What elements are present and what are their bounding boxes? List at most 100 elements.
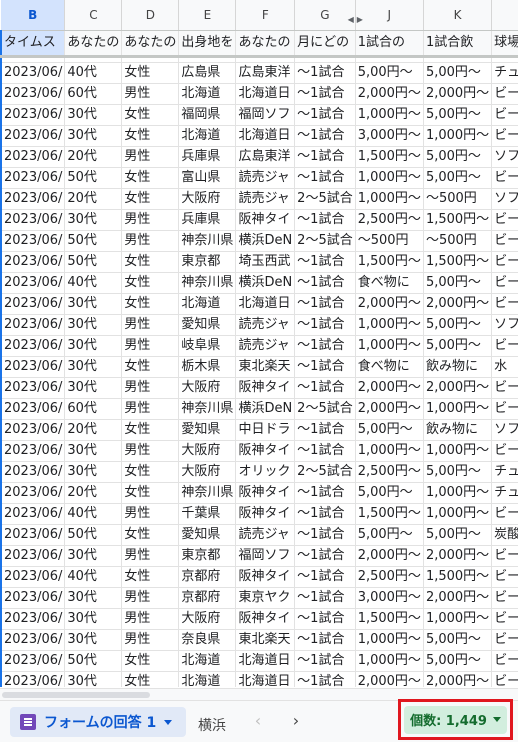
table-cell[interactable]: 50代 — [64, 167, 123, 189]
table-cell[interactable]: 阪神タイ — [235, 440, 296, 462]
header-cell[interactable]: 月にどの — [294, 30, 356, 56]
table-cell[interactable]: 2023/06/ — [0, 545, 66, 567]
table-cell[interactable]: 2023/06/ — [0, 272, 66, 294]
table-cell[interactable]: 北海道日 — [235, 650, 296, 672]
column-header-d[interactable]: D — [121, 0, 180, 31]
header-cell[interactable]: 1試合の — [355, 30, 424, 56]
table-cell[interactable]: 大阪府 — [178, 188, 237, 210]
table-cell[interactable]: 2023/06/ — [0, 251, 66, 273]
table-cell[interactable]: 阪神タイ — [235, 566, 296, 588]
table-cell[interactable]: 飲み物に — [423, 356, 493, 378]
table-cell[interactable]: 読売ジャ — [235, 524, 296, 546]
table-cell[interactable]: 5,00円～ — [423, 167, 493, 189]
table-cell[interactable]: 2023/06/ — [0, 335, 66, 357]
table-cell[interactable]: 阪神タイ — [235, 608, 296, 630]
chevron-left-icon[interactable]: ‹ — [248, 711, 268, 730]
table-cell[interactable]: 女性 — [121, 104, 180, 126]
table-cell[interactable]: 2023/06/ — [0, 398, 66, 420]
table-cell[interactable]: ～1試合 — [294, 293, 356, 315]
table-cell[interactable]: 2023/06/ — [0, 671, 66, 687]
table-cell[interactable]: 1,500円～ — [423, 566, 493, 588]
table-cell[interactable]: 広島東洋 — [235, 62, 296, 84]
table-cell[interactable]: ～1試合 — [294, 335, 356, 357]
table-cell[interactable]: オリック — [235, 461, 296, 483]
table-cell[interactable]: 2023/06/ — [0, 608, 66, 630]
table-cell[interactable]: 福岡ソフ — [235, 545, 296, 567]
table-cell[interactable]: 30代 — [64, 545, 123, 567]
table-cell[interactable]: 20代 — [64, 146, 123, 168]
table-cell[interactable]: 60代 — [64, 83, 123, 105]
table-cell[interactable]: ビール, お — [491, 125, 518, 147]
table-cell[interactable]: 2,500円～ — [355, 566, 424, 588]
table-cell[interactable]: チューハ — [491, 461, 518, 483]
table-cell[interactable]: 1,000円～ — [355, 335, 424, 357]
table-cell[interactable]: ビール — [491, 272, 518, 294]
spreadsheet-grid[interactable]: BCDEFG◀J▶KL タイムスあなたのあなたの出身地をあなたの月にどの1試合の… — [0, 0, 518, 687]
table-cell[interactable]: 20代 — [64, 482, 123, 504]
table-cell[interactable]: 食べ物に — [355, 356, 424, 378]
table-cell[interactable]: 男性 — [121, 230, 180, 252]
table-cell[interactable]: 男性 — [121, 83, 180, 105]
table-cell[interactable]: ～500円 — [423, 188, 493, 210]
column-header-f[interactable]: F — [235, 0, 296, 31]
table-cell[interactable]: 男性 — [121, 314, 180, 336]
table-cell[interactable]: 男性 — [121, 503, 180, 525]
table-cell[interactable]: 2,000円～ — [423, 293, 493, 315]
table-cell[interactable]: 30代 — [64, 335, 123, 357]
table-cell[interactable]: 北海道 — [178, 125, 237, 147]
table-cell[interactable]: 女性 — [121, 419, 180, 441]
table-cell[interactable]: 京都府 — [178, 587, 237, 609]
chevron-right-icon[interactable]: › — [286, 711, 306, 730]
table-cell[interactable]: 北海道 — [178, 671, 237, 687]
table-cell[interactable]: 50代 — [64, 524, 123, 546]
table-cell[interactable]: 神奈川県 — [178, 482, 237, 504]
table-cell[interactable]: 2023/06/ — [0, 167, 66, 189]
table-cell[interactable]: 2,000円～ — [423, 587, 493, 609]
table-cell[interactable]: 女性 — [121, 356, 180, 378]
table-cell[interactable]: ～1試合 — [294, 671, 356, 687]
table-cell[interactable]: 東京ヤク — [235, 587, 296, 609]
table-cell[interactable]: 男性 — [121, 608, 180, 630]
table-cell[interactable]: 1,000円～ — [355, 650, 424, 672]
table-cell[interactable]: ソフトド — [491, 188, 518, 210]
hidden-columns-right-icon[interactable]: ▶ — [357, 10, 363, 30]
table-cell[interactable]: 1,000円～ — [355, 167, 424, 189]
table-cell[interactable]: ソフトド — [491, 314, 518, 336]
table-cell[interactable]: ビール — [491, 377, 518, 399]
table-cell[interactable]: 3,000円～ — [355, 125, 424, 147]
table-cell[interactable]: 2023/06/ — [0, 83, 66, 105]
table-cell[interactable]: 5,00円～ — [355, 482, 424, 504]
table-cell[interactable]: 2023/06/ — [0, 314, 66, 336]
table-cell[interactable]: 東北楽天 — [235, 356, 296, 378]
table-cell[interactable]: 横浜DeN — [235, 272, 296, 294]
table-cell[interactable]: ビール — [491, 503, 518, 525]
table-cell[interactable]: 兵庫県 — [178, 209, 237, 231]
table-cell[interactable]: ～1試合 — [294, 629, 356, 651]
table-cell[interactable]: 女性 — [121, 272, 180, 294]
table-cell[interactable]: ビール — [491, 650, 518, 672]
table-cell[interactable]: 大阪府 — [178, 377, 237, 399]
table-cell[interactable]: 2,000円～ — [423, 83, 493, 105]
table-cell[interactable]: チューハ — [491, 482, 518, 504]
table-cell[interactable]: ビール — [491, 398, 518, 420]
table-cell[interactable]: 5,00円～ — [423, 629, 493, 651]
table-cell[interactable]: 2023/06/ — [0, 104, 66, 126]
table-cell[interactable]: 北海道 — [178, 293, 237, 315]
table-cell[interactable]: ～1試合 — [294, 251, 356, 273]
table-cell[interactable]: 5,00円～ — [423, 335, 493, 357]
table-cell[interactable]: ～1試合 — [294, 104, 356, 126]
table-cell[interactable]: 愛知県 — [178, 314, 237, 336]
table-cell[interactable]: 50代 — [64, 251, 123, 273]
table-cell[interactable]: 炭酸飲料 — [491, 524, 518, 546]
table-cell[interactable]: 2,000円～ — [355, 293, 424, 315]
table-cell[interactable]: ～1試合 — [294, 356, 356, 378]
table-cell[interactable]: 2～5試合 — [294, 461, 356, 483]
table-cell[interactable]: 50代 — [64, 650, 123, 672]
header-cell[interactable]: 出身地を — [178, 30, 237, 56]
table-cell[interactable]: ～1試合 — [294, 566, 356, 588]
table-cell[interactable]: 30代 — [64, 104, 123, 126]
table-cell[interactable]: 2,000円～ — [355, 545, 424, 567]
table-cell[interactable]: ビール — [491, 629, 518, 651]
table-cell[interactable]: ビール — [491, 83, 518, 105]
table-cell[interactable]: 読売ジャ — [235, 335, 296, 357]
